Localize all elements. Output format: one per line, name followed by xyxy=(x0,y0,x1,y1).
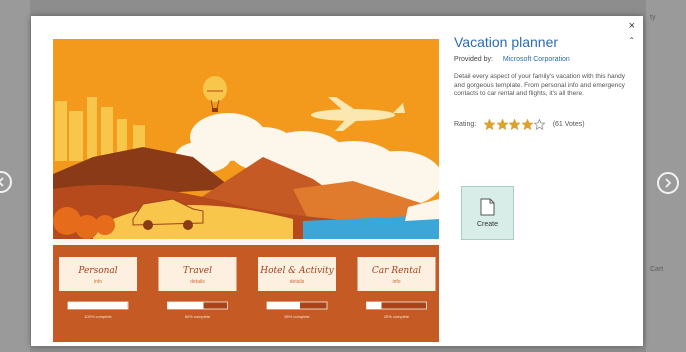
next-template-button[interactable] xyxy=(657,172,679,194)
vacation-illustration: Personal info 100% complete Travel details 60… xyxy=(53,39,439,342)
rating-row: Rating: (61 Votes) xyxy=(454,118,629,130)
template-preview-image: Personal info 100% complete Travel details 60… xyxy=(53,39,439,342)
rating-stars xyxy=(484,118,547,130)
progress-fill xyxy=(267,302,300,309)
document-icon xyxy=(480,198,495,216)
template-title: Vacation planner xyxy=(454,34,559,50)
close-button[interactable]: × xyxy=(629,20,635,32)
progress-label: 60% complete xyxy=(185,314,211,319)
progress-label: 25% complete xyxy=(384,314,410,319)
background-text: ty xyxy=(650,14,656,21)
chevron-right-icon xyxy=(665,178,672,188)
star-filled-icon[interactable] xyxy=(509,118,521,130)
provided-by-label: Provided by: xyxy=(454,56,493,63)
background-text: Cart xyxy=(650,266,664,273)
card-title: Car Rental xyxy=(372,266,421,276)
progress-fill xyxy=(167,302,204,309)
rating-label: Rating: xyxy=(454,120,477,128)
create-button[interactable]: Create xyxy=(461,186,514,240)
vote-count: (61 Votes) xyxy=(552,120,585,128)
provided-by-row: Provided by: Microsoft Corporation xyxy=(454,56,629,63)
create-button-label: Create xyxy=(476,221,498,228)
progress-fill xyxy=(68,302,128,309)
star-filled-icon[interactable] xyxy=(521,118,533,130)
card-title: Hotel & Activity xyxy=(259,266,334,276)
progress-label: 100% complete xyxy=(84,314,112,319)
progress-label: 55% complete xyxy=(284,314,310,319)
card-subtitle: details xyxy=(190,279,205,285)
star-filled-icon[interactable] xyxy=(496,118,508,130)
chevron-left-icon xyxy=(0,177,4,187)
template-info-panel: Vacation planner Provided by: Microsoft … xyxy=(454,34,629,130)
card-subtitle: info xyxy=(94,279,102,285)
star-filled-icon[interactable] xyxy=(484,118,496,130)
template-description: Detail every aspect of your family's vac… xyxy=(454,73,626,98)
card-subtitle: details xyxy=(290,279,305,285)
template-preview-dialog: × ⌃ Personal info 100% complete Travel d… xyxy=(31,16,643,346)
card-title: Travel xyxy=(183,266,212,276)
provider-name: Microsoft Corporation xyxy=(502,56,570,63)
card-subtitle: info xyxy=(392,279,400,285)
card-title: Personal xyxy=(77,266,117,276)
progress-fill xyxy=(366,302,382,309)
star-empty-icon[interactable] xyxy=(534,118,546,130)
pin-icon[interactable]: ⌃ xyxy=(628,36,635,45)
